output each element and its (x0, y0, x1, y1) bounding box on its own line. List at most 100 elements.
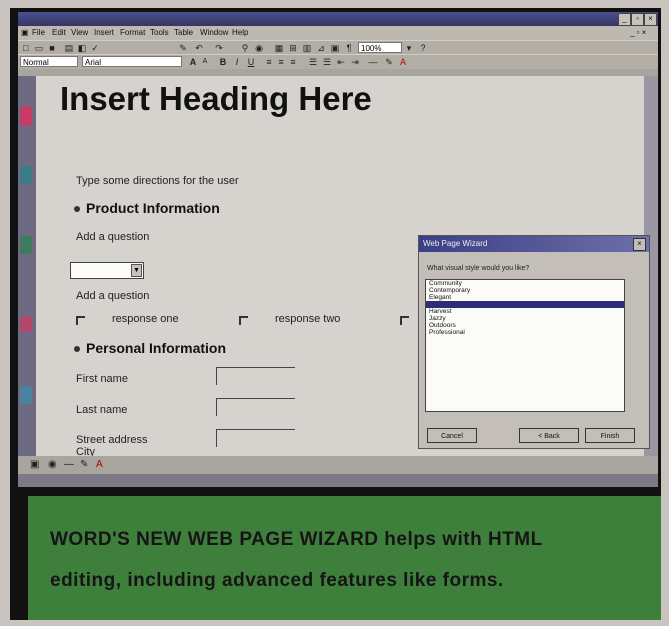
preview-icon[interactable]: ◧ (77, 43, 87, 53)
menu-format[interactable]: Format (120, 28, 145, 37)
desktop-blob (20, 316, 32, 332)
style-option[interactable]: Community (426, 280, 624, 287)
checkbox-response-one[interactable] (76, 316, 85, 325)
wizard-cancel-button[interactable]: Cancel (427, 428, 477, 443)
font-dropdown[interactable]: Arial (82, 56, 182, 67)
style-option[interactable]: Contemporary (426, 287, 624, 294)
underline-icon[interactable]: U (246, 57, 256, 67)
style-option[interactable]: Jazzy (426, 315, 624, 322)
section-product-label: Product Information (86, 200, 220, 216)
street-address-field[interactable] (216, 429, 295, 447)
style-option-selected[interactable] (426, 301, 624, 308)
zoom-dropdown[interactable]: 100% (358, 42, 402, 53)
show-hide-icon[interactable]: ¶ (344, 43, 354, 53)
font-shrink-icon[interactable]: A (200, 57, 210, 67)
hyperlink-icon[interactable]: ⚲ (240, 43, 250, 53)
question-2-label: Add a question (76, 290, 150, 302)
tables-icon[interactable]: ▦ (274, 43, 284, 53)
style-dropdown[interactable]: Normal (20, 56, 78, 67)
help-icon[interactable]: ? (418, 43, 428, 53)
style-option[interactable]: Elegant (426, 294, 624, 301)
numbering-icon[interactable]: ☰ (308, 57, 318, 67)
directions-text: Type some directions for the user (76, 175, 239, 187)
style-option[interactable]: Professional (426, 329, 624, 336)
menu-window[interactable]: Window (200, 28, 228, 37)
question-1-dropdown[interactable]: ▼ (70, 262, 144, 279)
app-icon: ▣ (21, 28, 29, 37)
bullets-icon[interactable]: ☰ (322, 57, 332, 67)
menu-file[interactable]: File (32, 28, 45, 37)
italic-icon[interactable]: I (232, 57, 242, 67)
align-center-icon[interactable]: ≡ (276, 57, 286, 67)
menu-view[interactable]: View (71, 28, 88, 37)
align-right-icon[interactable]: ≡ (288, 57, 298, 67)
drawing-icon[interactable]: ⊿ (316, 43, 326, 53)
highlight-icon[interactable]: ✎ (384, 57, 394, 67)
columns-icon[interactable]: ▥ (302, 43, 312, 53)
visual-style-list[interactable]: Community Contemporary Elegant Harvest J… (425, 279, 625, 412)
font-color-icon[interactable]: A (398, 57, 408, 67)
title-bar: _ ▫ × (18, 12, 658, 26)
desktop-blob (20, 236, 32, 254)
last-name-label: Last name (76, 404, 128, 416)
view-icon[interactable]: ▣ (30, 459, 39, 470)
standard-toolbar: □ ▭ ■ ▤ ◧ ✓ ✎ ↶ ↷ ⚲ ◉ ▦ ⊞ ▥ ⊿ ▣ ¶ 100% ▾… (18, 40, 658, 55)
wizard-question: What visual style would you like? (427, 265, 530, 272)
line-icon[interactable]: — (64, 459, 74, 470)
undo-icon[interactable]: ↶ (194, 43, 204, 53)
insert-table-icon[interactable]: ⊞ (288, 43, 298, 53)
question-1-label: Add a question (76, 231, 150, 243)
border-icon[interactable]: — (368, 57, 378, 67)
save-icon[interactable]: ■ (47, 43, 57, 53)
caption-box: WORD'S NEW WEB PAGE WIZARD helps with HT… (28, 496, 661, 620)
menu-help[interactable]: Help (232, 28, 248, 37)
doc-restore-icon[interactable]: _ ▫ × (630, 28, 646, 37)
maximize-button[interactable]: ▫ (631, 13, 644, 26)
increase-indent-icon[interactable]: ⇥ (350, 57, 360, 67)
document-map-icon[interactable]: ▣ (330, 43, 340, 53)
menu-tools[interactable]: Tools (150, 28, 169, 37)
response-one-label: response one (112, 313, 179, 325)
wizard-finish-button[interactable]: Finish (585, 428, 635, 443)
first-name-field[interactable] (216, 367, 295, 385)
bullet-icon (74, 346, 80, 353)
menu-bar: ▣ File Edit View Insert Format Tools Tab… (18, 26, 658, 40)
web-icon[interactable]: ◉ (48, 459, 57, 470)
wizard-title: Web Page Wizard (419, 236, 649, 252)
wizard-close-button[interactable]: × (633, 238, 646, 251)
decrease-indent-icon[interactable]: ⇤ (336, 57, 346, 67)
first-name-label: First name (76, 373, 128, 385)
last-name-field[interactable] (216, 398, 295, 416)
align-left-icon[interactable]: ≡ (264, 57, 274, 67)
redo-icon[interactable]: ↷ (214, 43, 224, 53)
open-icon[interactable]: ▭ (34, 43, 44, 53)
caption-line-2: editing, including advanced features lik… (50, 570, 504, 591)
bold-icon[interactable]: B (218, 57, 228, 67)
menu-edit[interactable]: Edit (52, 28, 66, 37)
photo-frame: _ ▫ × ▣ File Edit View Insert Format Too… (10, 8, 661, 620)
minimize-button[interactable]: _ (618, 13, 631, 26)
spelling-icon[interactable]: ✓ (90, 43, 100, 53)
menu-table[interactable]: Table (174, 28, 193, 37)
checkbox-response-two[interactable] (239, 316, 248, 325)
style-option[interactable]: Harvest (426, 308, 624, 315)
format-painter-icon[interactable]: ✎ (178, 43, 188, 53)
section-product-information: Product Information (74, 200, 220, 216)
dropdown-arrow-icon[interactable]: ▼ (131, 264, 142, 277)
fill-icon[interactable]: ✎ (80, 459, 88, 470)
zoom-arrow-icon[interactable]: ▾ (404, 43, 414, 53)
style-option[interactable]: Outdoors (426, 322, 624, 329)
web-page-wizard-dialog: Web Page Wizard × What visual style woul… (418, 235, 650, 449)
print-icon[interactable]: ▤ (64, 43, 74, 53)
close-button[interactable]: × (644, 13, 657, 26)
response-two-label: response two (275, 313, 341, 325)
bullet-icon (74, 206, 80, 213)
font-size-icon[interactable]: A (188, 57, 198, 67)
web-toolbar-icon[interactable]: ◉ (254, 43, 264, 53)
menu-insert[interactable]: Insert (94, 28, 114, 37)
checkbox-response-three[interactable] (400, 316, 409, 325)
font-color-icon[interactable]: A (96, 459, 103, 470)
desktop-blob (20, 166, 32, 184)
new-icon[interactable]: □ (21, 43, 31, 53)
wizard-back-button[interactable]: < Back (519, 428, 579, 443)
